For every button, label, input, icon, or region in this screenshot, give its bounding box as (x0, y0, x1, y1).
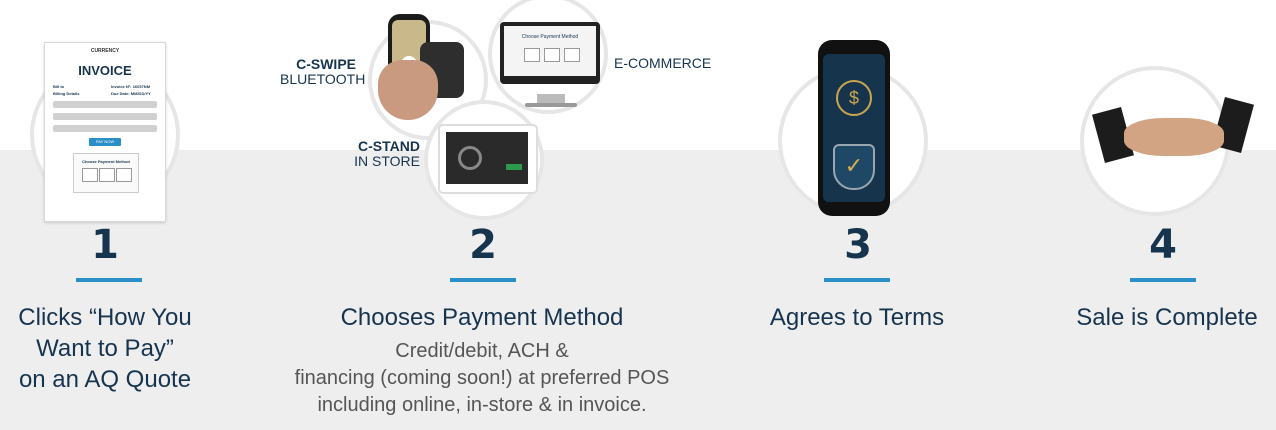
invoice-brand: CURRENCY (90, 48, 120, 54)
tablet-image (438, 124, 538, 194)
smartphone-image: $ ✓ (818, 40, 890, 216)
invoice-line (53, 113, 157, 120)
monitor-image: Choose Payment Method (500, 22, 600, 84)
invoice-line (53, 101, 157, 108)
ecommerce-label: E-COMMERCE (614, 55, 712, 71)
step-4-number: 4 (1149, 222, 1177, 268)
hand-image (378, 60, 438, 120)
invoice-image: CURRENCY INVOICE Bill to Billing Details… (44, 42, 166, 222)
tablet-button (506, 164, 522, 170)
invoice-pay-now-button: PAY NOW (89, 138, 121, 146)
step-2-title: Chooses Payment Method (340, 304, 624, 331)
step-1-divider (76, 278, 142, 282)
cstand-label: C-STAND IN STORE (340, 139, 420, 169)
tablet-dial (458, 146, 482, 170)
handshake-image (1092, 96, 1254, 170)
monitor-stand-base (525, 103, 577, 107)
step-4-title: Sale is Complete (1076, 304, 1258, 331)
step-1-title-line: on an AQ Quote (18, 366, 192, 393)
monitor-screen-title: Choose Payment Method (521, 34, 579, 40)
invoice-line (53, 125, 157, 132)
step-2-description-line: Credit/debit, ACH & (395, 340, 569, 362)
step-2-description-line: financing (coming soon!) at preferred PO… (294, 367, 670, 389)
card-icon (82, 168, 98, 182)
step-2-divider (450, 278, 516, 282)
step-3-divider (824, 278, 890, 282)
monitor-screen: Choose Payment Method (504, 26, 596, 76)
step-1-number: 1 (91, 222, 119, 268)
step-3-title: Agrees to Terms (769, 304, 945, 331)
cswipe-label-bottom: BLUETOOTH (280, 71, 366, 87)
step-2-number: 2 (469, 222, 497, 268)
step-3-number: 3 (844, 222, 872, 268)
step-4-divider (1130, 278, 1196, 282)
step-1-title-line: Clicks “How You (18, 304, 192, 331)
step-1-title-line: Want to Pay” (36, 335, 174, 362)
step-2-description-line: including online, in-store & in invoice. (317, 394, 647, 416)
invoice-number: Invoice Nº: 16057NM (111, 84, 151, 89)
invoice-billing-details: Billing Details (53, 91, 80, 96)
cswipe-label-top: C-SWIPE (296, 56, 356, 72)
financing-icon (564, 48, 580, 62)
bank-icon (544, 48, 560, 62)
invoice-choose-method: Choose Payment Method (82, 159, 130, 164)
bank-icon (99, 168, 115, 182)
hands-clasped (1124, 118, 1224, 156)
cswipe-label: C-SWIPE BLUETOOTH (280, 56, 366, 87)
shield-check-icon: ✓ (833, 144, 875, 190)
card-icon (524, 48, 540, 62)
invoice-due-date: Due Date: MM/DD/YY (111, 91, 151, 96)
step-1-title: Clicks “How You Want to Pay” on an AQ Qu… (0, 302, 210, 395)
dollar-icon: $ (836, 80, 872, 116)
cstand-label-bottom: IN STORE (354, 153, 420, 169)
invoice-bill-to: Bill to (53, 84, 65, 89)
step-2-description: Credit/debit, ACH & financing (coming so… (252, 338, 712, 419)
cstand-label-top: C-STAND (358, 138, 420, 154)
invoice-title: INVOICE (78, 63, 132, 78)
tablet-screen (446, 132, 528, 184)
financing-icon (116, 168, 132, 182)
smartphone-screen: $ ✓ (823, 54, 885, 202)
invoice-payment-box: Choose Payment Method (73, 153, 139, 193)
